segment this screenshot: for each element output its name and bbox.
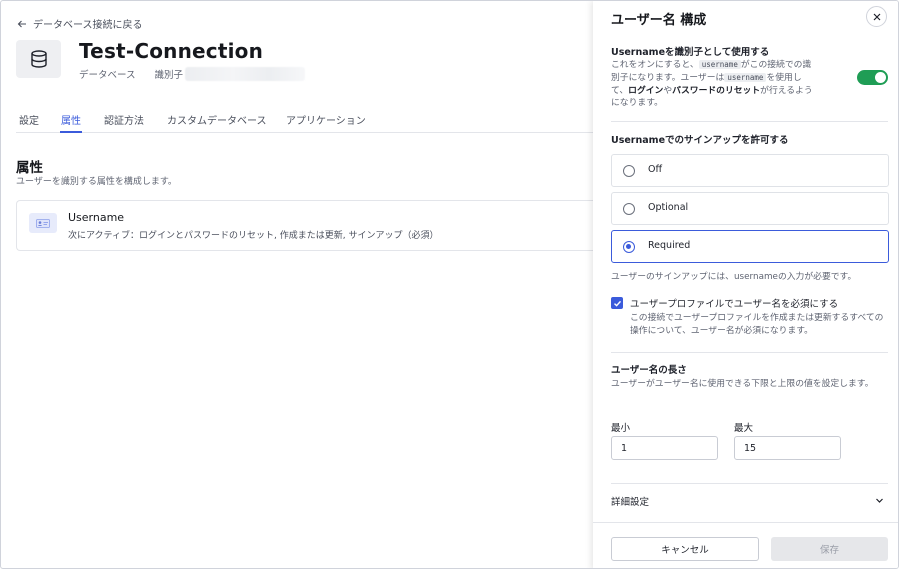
radio-label: Required [648,240,691,251]
attribute-name: Username [68,211,125,224]
divider [611,352,888,353]
attribute-description: 次にアクティブ：ログインとパスワードのリセット, 作成または更新, サインアップ… [68,231,439,241]
radio-label: Optional [648,202,689,213]
required-note: ユーザーのサインアップには、usernameの入力が必要です。 [611,272,857,282]
length-description: ユーザーがユーザー名に使用できる下限と上限の値を設定します。 [611,379,874,389]
page-title: Test-Connection [79,39,264,63]
panel-title: ユーザー名 構成 [611,13,707,28]
tab-bar: 設定 属性 認証方法 カスタムデータベース アプリケーション [16,109,593,133]
max-length-label: 最大 [734,423,754,434]
profile-required-label: ユーザープロファイルでユーザー名を必須にする [630,299,839,310]
close-button[interactable] [866,6,887,27]
advanced-settings-toggle[interactable]: 詳細設定 [611,491,888,511]
advanced-settings-label: 詳細設定 [611,497,650,508]
profile-required-checkbox[interactable] [611,297,623,309]
signup-option-off[interactable]: Off [611,154,889,187]
min-length-input[interactable] [611,436,718,460]
radio-icon [623,165,635,177]
database-icon-tile [16,40,61,78]
section-subtitle: ユーザーを識別する属性を構成します。 [16,177,177,187]
identifier-option-description: これをオンにすると、 username がこの接続での識別子になります。ユーザーは u… [611,60,813,109]
database-icon [30,50,47,68]
signup-option-optional[interactable]: Optional [611,192,889,225]
max-length-input[interactable] [734,436,841,460]
connection-type: データベース [79,70,136,81]
tab-custom-database[interactable]: カスタムデータベース [167,112,267,127]
tab-authentication-methods[interactable]: 認証方法 [104,112,144,127]
tab-applications[interactable]: アプリケーション [286,112,366,127]
close-icon [873,13,880,20]
back-link[interactable]: データベース接続に戻る [17,16,143,31]
back-link-label: データベース接続に戻る [33,20,143,31]
tab-settings[interactable]: 設定 [19,112,39,127]
arrow-left-icon [17,20,26,27]
app-window: データベース接続に戻る Test-Connection データベース 識別子 設… [0,0,899,569]
identifier-option-title: Usernameを識別子として使用する [611,47,770,58]
id-card-icon [29,213,57,233]
divider [611,483,888,484]
connection-meta: データベース 識別子 [79,67,306,81]
identifier-toggle[interactable] [857,70,888,85]
divider [611,121,888,122]
radio-icon [623,203,635,215]
save-button[interactable]: 保存 [771,537,888,561]
length-title: ユーザー名の長さ [611,365,687,376]
signup-option-title: Usernameでのサインアップを許可する [611,135,789,146]
profile-required-description: この接続でユーザープロファイルを作成または更新するすべての操作について、ユーザー… [630,313,884,336]
cancel-button[interactable]: キャンセル [611,537,759,561]
identifier-label: 識別子 [154,70,184,81]
radio-label: Off [648,164,663,175]
connection-page: データベース接続に戻る Test-Connection データベース 識別子 設… [1,1,606,568]
username-config-panel: ユーザー名 構成 Usernameを識別子として使用する これをオンにすると、 u… [593,1,898,568]
footer-divider [593,522,898,523]
identifier-value-redacted [185,67,306,81]
checkmark-icon [613,300,621,307]
tab-attributes[interactable]: 属性 [60,112,82,133]
radio-selected-icon [623,241,635,253]
attribute-card-username[interactable]: Username 次にアクティブ：ログインとパスワードのリセット, 作成または更… [16,200,606,251]
chevron-down-icon [876,498,883,503]
section-title: 属性 [16,160,43,176]
signup-option-required[interactable]: Required [611,230,889,263]
min-length-label: 最小 [611,423,631,434]
